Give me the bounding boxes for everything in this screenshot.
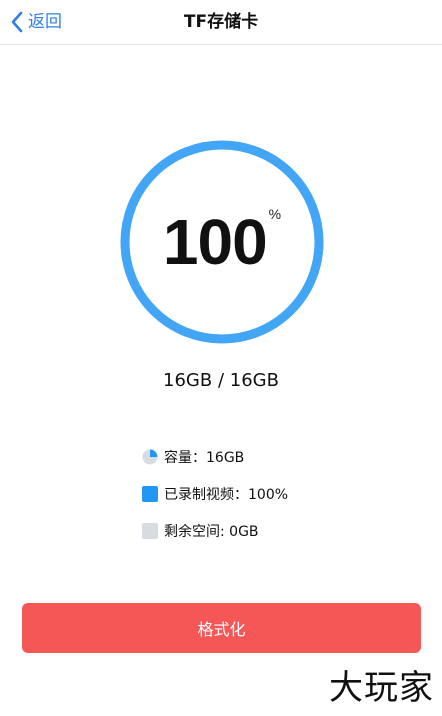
legend-capacity-label: 容量：16GB: [164, 450, 245, 466]
remaining-swatch-icon: [142, 523, 158, 539]
format-button[interactable]: 格式化: [22, 603, 421, 653]
navigation-bar: 返回 TF存储卡: [0, 0, 442, 45]
pie-chart-icon: [142, 449, 158, 465]
percent-display: 100 %: [120, 140, 324, 344]
percent-sign: %: [268, 206, 282, 222]
legend-remaining-label: 剩余空间: 0GB: [164, 524, 259, 540]
legend-recorded-label: 已录制视频：100%: [164, 487, 289, 503]
page-title: TF存储卡: [183, 12, 259, 32]
percent-value: 100: [162, 206, 268, 278]
storage-legend: 容量：16GB 已录制视频：100% 剩余空间: 0GB: [142, 445, 288, 556]
legend-capacity: 容量：16GB: [142, 445, 288, 469]
storage-ring: 100 %: [120, 140, 324, 344]
tf-card-page: 返回 TF存储卡 100 % 16GB / 16GB 容量：16GB 已录制视频: [0, 0, 442, 716]
watermark-logo: 大玩家: [329, 668, 434, 708]
recorded-swatch-icon: [142, 486, 158, 502]
legend-recorded: 已录制视频：100%: [142, 482, 288, 506]
usage-text: 16GB / 16GB: [163, 370, 279, 391]
legend-remaining: 剩余空间: 0GB: [142, 519, 288, 543]
